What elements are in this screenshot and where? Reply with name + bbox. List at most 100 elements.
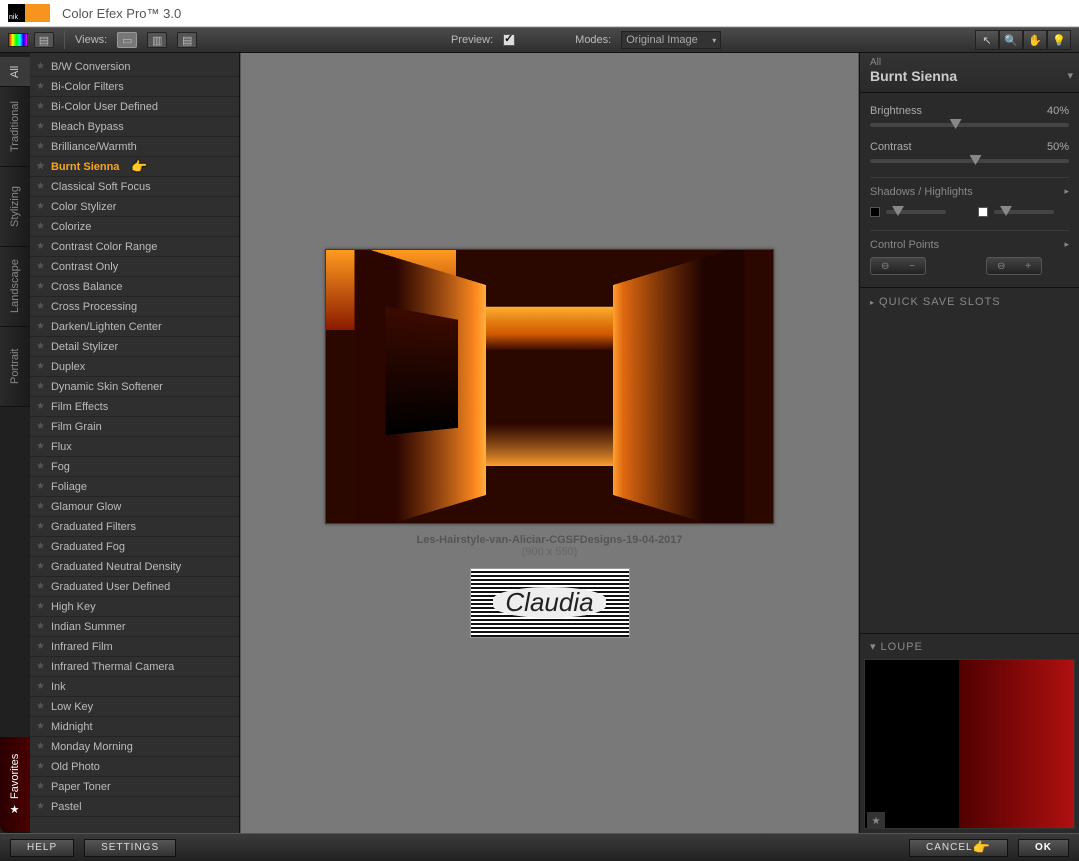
contrast-slider[interactable]: Contrast50% — [870, 141, 1069, 163]
filter-item[interactable]: ★Cross Balance — [30, 277, 239, 297]
tab-favorites[interactable]: ★Favorites — [0, 737, 30, 833]
star-icon[interactable]: ★ — [36, 501, 45, 512]
filter-header[interactable]: All Burnt Sienna ▾ — [860, 53, 1079, 93]
star-icon[interactable]: ★ — [36, 141, 45, 152]
star-icon[interactable]: ★ — [36, 341, 45, 352]
star-icon[interactable]: ★ — [36, 321, 45, 332]
filter-item[interactable]: ★Film Effects — [30, 397, 239, 417]
star-icon[interactable]: ★ — [36, 781, 45, 792]
star-icon[interactable]: ★ — [36, 441, 45, 452]
tab-stylizing[interactable]: Stylizing — [0, 167, 30, 247]
filter-item[interactable]: ★Darken/Lighten Center — [30, 317, 239, 337]
filter-item[interactable]: ★B/W Conversion — [30, 57, 239, 77]
filter-item[interactable]: ★Color Stylizer — [30, 197, 239, 217]
filter-item[interactable]: ★Brilliance/Warmth — [30, 137, 239, 157]
ok-button[interactable]: OK — [1018, 839, 1069, 857]
star-icon[interactable]: ★ — [36, 121, 45, 132]
star-icon[interactable]: ★ — [36, 581, 45, 592]
filter-item[interactable]: ★Duplex — [30, 357, 239, 377]
filter-item[interactable]: ★Fog — [30, 457, 239, 477]
filter-item[interactable]: ★Infrared Film — [30, 637, 239, 657]
filter-item[interactable]: ★Dynamic Skin Softener — [30, 377, 239, 397]
loupe-star-button[interactable]: ★ — [867, 812, 885, 829]
star-icon[interactable]: ★ — [36, 361, 45, 372]
star-icon[interactable]: ★ — [36, 281, 45, 292]
modes-dropdown[interactable]: Original Image▾ — [621, 31, 721, 49]
view-split-h[interactable]: ▤ — [177, 32, 197, 48]
loupe-view[interactable]: ★ — [864, 659, 1075, 829]
cancel-button[interactable]: CANCEL👉 — [909, 839, 1008, 857]
star-icon[interactable]: ★ — [36, 721, 45, 732]
shadows-highlights-section[interactable]: Shadows / Highlights▸ — [870, 177, 1069, 198]
star-icon[interactable]: ★ — [36, 221, 45, 232]
control-point-plus[interactable]: ⊖+ — [986, 257, 1042, 275]
star-icon[interactable]: ★ — [36, 681, 45, 692]
tab-all[interactable]: All — [0, 57, 30, 87]
filter-item[interactable]: ★Colorize — [30, 217, 239, 237]
control-point-minus[interactable]: ⊖− — [870, 257, 926, 275]
filter-item[interactable]: ★Infrared Thermal Camera — [30, 657, 239, 677]
filter-item[interactable]: ★Bi-Color User Defined — [30, 97, 239, 117]
star-icon[interactable]: ★ — [36, 621, 45, 632]
star-icon[interactable]: ★ — [36, 541, 45, 552]
filter-item[interactable]: ★Low Key — [30, 697, 239, 717]
filter-item[interactable]: ★Graduated Fog — [30, 537, 239, 557]
star-icon[interactable]: ★ — [36, 601, 45, 612]
filter-item[interactable]: ★Graduated User Defined — [30, 577, 239, 597]
star-icon[interactable]: ★ — [36, 261, 45, 272]
star-icon[interactable]: ★ — [36, 301, 45, 312]
star-icon[interactable]: ★ — [36, 801, 45, 812]
filter-item[interactable]: ★Glamour Glow — [30, 497, 239, 517]
zoom-tool[interactable]: 🔍 — [999, 30, 1023, 50]
star-icon[interactable]: ★ — [36, 521, 45, 532]
tab-landscape[interactable]: Landscape — [0, 247, 30, 327]
star-icon[interactable]: ★ — [36, 61, 45, 72]
settings-button[interactable]: SETTINGS — [84, 839, 176, 857]
star-icon[interactable]: ★ — [36, 161, 45, 172]
filter-item[interactable]: ★Bi-Color Filters — [30, 77, 239, 97]
filter-item[interactable]: ★Pastel — [30, 797, 239, 817]
star-icon[interactable]: ★ — [36, 481, 45, 492]
control-points-section[interactable]: Control Points▸ — [870, 230, 1069, 251]
star-icon[interactable]: ★ — [36, 101, 45, 112]
preview-checkbox[interactable] — [503, 34, 515, 46]
filter-item[interactable]: ★Cross Processing — [30, 297, 239, 317]
image-canvas[interactable] — [325, 249, 774, 524]
filter-item[interactable]: ★Bleach Bypass — [30, 117, 239, 137]
pan-tool[interactable]: ✋ — [1023, 30, 1047, 50]
tab-traditional[interactable]: Traditional — [0, 87, 30, 167]
star-icon[interactable]: ★ — [36, 81, 45, 92]
star-icon[interactable]: ★ — [36, 461, 45, 472]
filter-item[interactable]: ★Burnt Sienna👉 — [30, 157, 239, 177]
filter-item[interactable]: ★High Key — [30, 597, 239, 617]
filter-item[interactable]: ★Film Grain — [30, 417, 239, 437]
filter-item[interactable]: ★Contrast Color Range — [30, 237, 239, 257]
star-icon[interactable]: ★ — [36, 641, 45, 652]
filter-item[interactable]: ★Foliage — [30, 477, 239, 497]
filter-item[interactable]: ★Graduated Filters — [30, 517, 239, 537]
star-icon[interactable]: ★ — [36, 401, 45, 412]
filter-item[interactable]: ★Ink — [30, 677, 239, 697]
filter-item[interactable]: ★Contrast Only — [30, 257, 239, 277]
view-single[interactable]: ▭ — [117, 32, 137, 48]
tab-portrait[interactable]: Portrait — [0, 327, 30, 407]
view-split-v[interactable]: ▥ — [147, 32, 167, 48]
filter-item[interactable]: ★Paper Toner — [30, 777, 239, 797]
star-icon[interactable]: ★ — [36, 561, 45, 572]
star-icon[interactable]: ★ — [36, 421, 45, 432]
star-icon[interactable]: ★ — [36, 241, 45, 252]
brightness-slider[interactable]: Brightness40% — [870, 105, 1069, 127]
star-icon[interactable]: ★ — [36, 201, 45, 212]
filter-item[interactable]: ★Midnight — [30, 717, 239, 737]
help-button[interactable]: HELP — [10, 839, 74, 857]
filter-item[interactable]: ★Detail Stylizer — [30, 337, 239, 357]
star-icon[interactable]: ★ — [36, 381, 45, 392]
star-icon[interactable]: ★ — [36, 661, 45, 672]
loupe-section-header[interactable]: ▾LOUPE — [860, 634, 1079, 659]
quick-save-section[interactable]: ▸QUICK SAVE SLOTS — [860, 287, 1079, 316]
star-icon[interactable]: ★ — [36, 181, 45, 192]
filter-list[interactable]: ★B/W Conversion★Bi-Color Filters★Bi-Colo… — [30, 53, 239, 833]
filter-item[interactable]: ★Classical Soft Focus — [30, 177, 239, 197]
star-icon[interactable]: ★ — [36, 761, 45, 772]
pointer-tool[interactable]: ↖ — [975, 30, 999, 50]
